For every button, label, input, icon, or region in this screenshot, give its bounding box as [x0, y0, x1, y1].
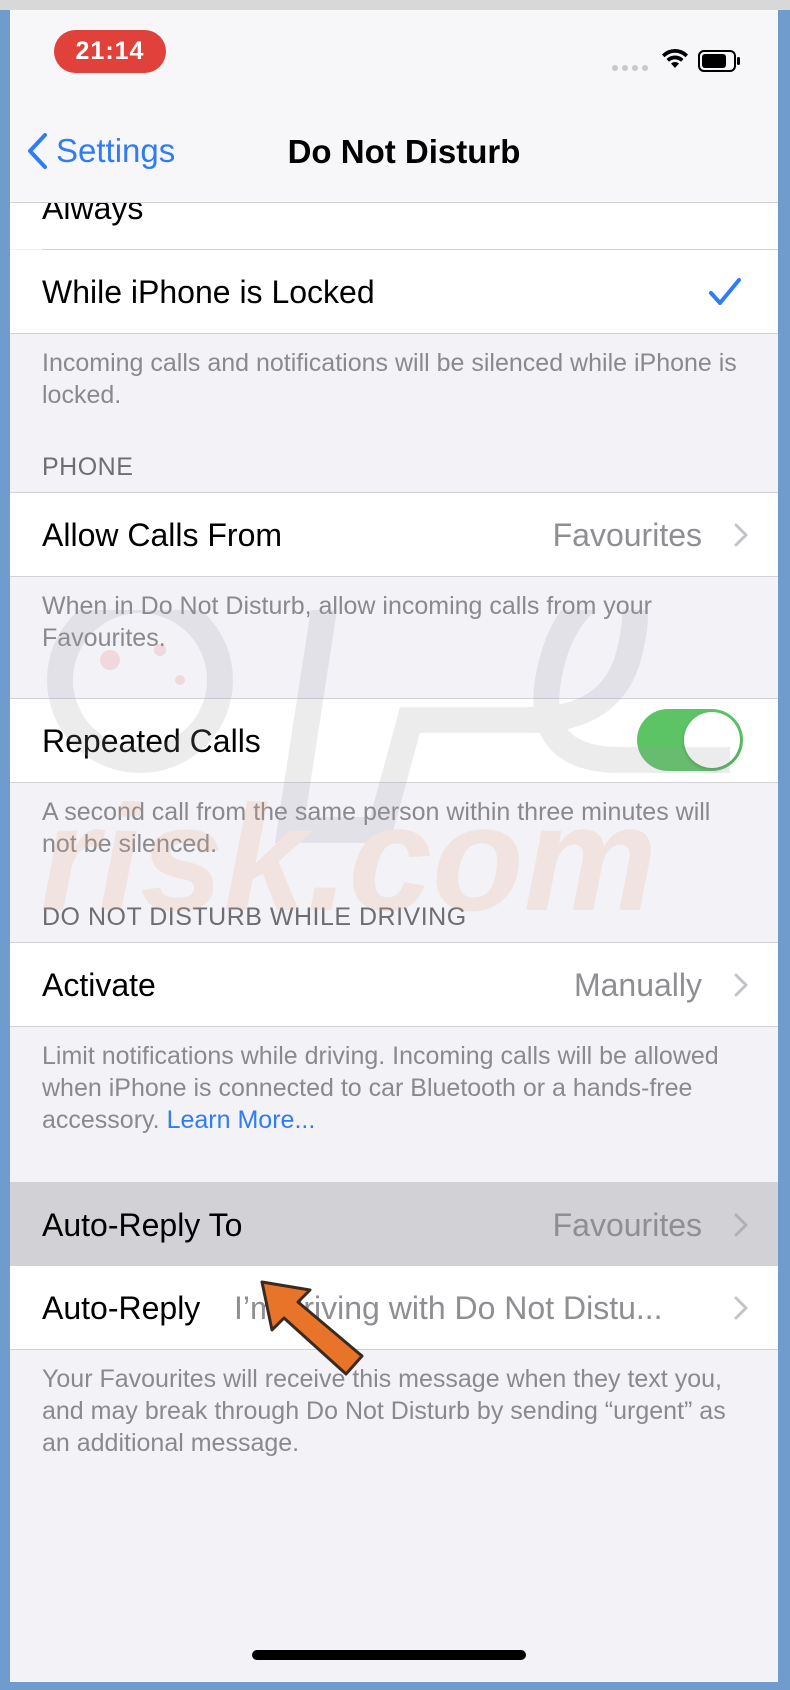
- status-bar: 21:14: [10, 10, 778, 106]
- chevron-right-icon: [734, 973, 748, 997]
- navigation-bar: Do Not Disturb Settings: [10, 106, 778, 203]
- back-button-label: Settings: [56, 132, 176, 169]
- checkmark-icon: [709, 278, 741, 305]
- chevron-right-icon: [734, 523, 748, 547]
- auto-reply-to-row[interactable]: Auto-Reply To Favourites: [10, 1183, 778, 1266]
- signal-dots-icon: [612, 65, 648, 71]
- phone-section-header: PHONE: [42, 453, 134, 481]
- auto-reply-to-label: Auto-Reply To: [42, 1207, 243, 1243]
- section-separator: [10, 576, 778, 577]
- silence-always-row[interactable]: Always: [10, 203, 778, 249]
- chevron-right-icon: [734, 1213, 748, 1237]
- activate-value: Manually: [573, 967, 702, 1003]
- silence-locked-label: While iPhone is Locked: [42, 274, 375, 310]
- phone-screen: 21:14 Do Not Disturb Settings Always Whi…: [10, 10, 778, 1682]
- driving-section-header: DO NOT DISTURB WHILE DRIVING: [42, 903, 467, 931]
- allow-calls-from-row[interactable]: Allow Calls From Favourites: [10, 493, 778, 576]
- repeated-calls-footer: A second call from the same person withi…: [42, 798, 711, 858]
- auto-reply-footer: Your Favourites will receive this messag…: [42, 1365, 726, 1457]
- section-separator: [10, 1026, 778, 1027]
- back-button[interactable]: Settings: [26, 132, 175, 170]
- allow-calls-from-label: Allow Calls From: [42, 517, 283, 553]
- auto-reply-label: Auto-Reply: [42, 1290, 201, 1326]
- section-separator: [10, 333, 778, 334]
- frame-top-edge: [0, 0, 790, 10]
- driving-footer-text: Limit notifications while driving. Incom…: [42, 1042, 719, 1134]
- battery-icon: [698, 50, 740, 72]
- annotation-arrow-icon: [260, 1280, 364, 1376]
- repeated-calls-label: Repeated Calls: [42, 723, 261, 759]
- activate-row[interactable]: Activate Manually: [10, 943, 778, 1026]
- home-indicator[interactable]: [252, 1650, 526, 1660]
- chevron-right-icon: [734, 1296, 748, 1320]
- section-separator: [10, 1349, 778, 1350]
- chevron-left-icon: [28, 133, 47, 169]
- allow-calls-footer: When in Do Not Disturb, allow incoming c…: [42, 592, 652, 652]
- toggle-knob: [684, 712, 740, 768]
- auto-reply-to-value: Favourites: [552, 1207, 702, 1243]
- status-time: 21:14: [54, 30, 166, 73]
- activate-label: Activate: [42, 967, 156, 1003]
- silence-always-label: Always: [42, 203, 144, 226]
- settings-list: Always While iPhone is Locked Incoming c…: [10, 203, 778, 1682]
- silence-locked-row[interactable]: While iPhone is Locked: [10, 250, 778, 333]
- learn-more-link[interactable]: Learn More...: [167, 1106, 316, 1134]
- allow-calls-from-value: Favourites: [552, 517, 702, 553]
- repeated-calls-toggle[interactable]: [637, 709, 743, 771]
- section-separator: [10, 782, 778, 783]
- auto-reply-row[interactable]: Auto-Reply I’m driving with Do Not Distu…: [10, 1266, 778, 1349]
- driving-footer: Limit notifications while driving. Incom…: [42, 1040, 742, 1136]
- silence-footer: Incoming calls and notifications will be…: [42, 349, 737, 409]
- repeated-calls-row: Repeated Calls: [10, 699, 778, 782]
- wifi-icon: [662, 48, 688, 68]
